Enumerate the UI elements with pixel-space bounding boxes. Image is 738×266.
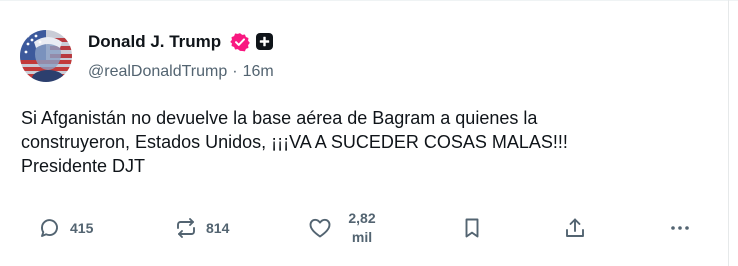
repost-icon <box>177 218 195 238</box>
post-text: Si Afganistán no devuelve la base aérea … <box>21 106 711 178</box>
like-count: 2,82 mil <box>345 209 379 247</box>
reply-button[interactable]: 415 <box>38 210 93 246</box>
reply-icon <box>41 219 58 237</box>
plus-badge-icon <box>256 33 273 50</box>
handle-line: @realDonaldTrump · 16m <box>88 63 274 81</box>
more-options-button[interactable] <box>668 210 692 246</box>
post-text-line: construyeron, Estados Unidos, ¡¡¡VA A SU… <box>21 132 568 152</box>
author-handle[interactable]: @realDonaldTrump <box>88 63 227 80</box>
author-name[interactable]: Donald J. Trump <box>88 32 221 52</box>
repost-button[interactable]: 814 <box>174 210 229 246</box>
bookmark-icon <box>465 218 479 238</box>
timestamp[interactable]: 16m <box>243 63 274 80</box>
post-text-line: Presidente DJT <box>21 156 146 176</box>
repost-count: 814 <box>206 220 230 236</box>
avatar[interactable] <box>20 30 72 82</box>
separator: · <box>232 63 238 80</box>
like-count-unit: mil <box>351 229 373 245</box>
like-button[interactable] <box>307 210 333 246</box>
more-icon <box>671 226 689 230</box>
post-text-line: Si Afganistán no devuelve la base aérea … <box>21 108 538 128</box>
bookmark-button[interactable] <box>460 210 484 246</box>
divider <box>728 0 729 266</box>
like-count-value: 2,82 <box>348 210 376 226</box>
reply-count: 415 <box>70 220 94 236</box>
verified-badge-icon <box>230 33 250 52</box>
share-button[interactable] <box>563 210 587 246</box>
share-icon <box>566 218 584 237</box>
like-icon <box>309 218 331 238</box>
